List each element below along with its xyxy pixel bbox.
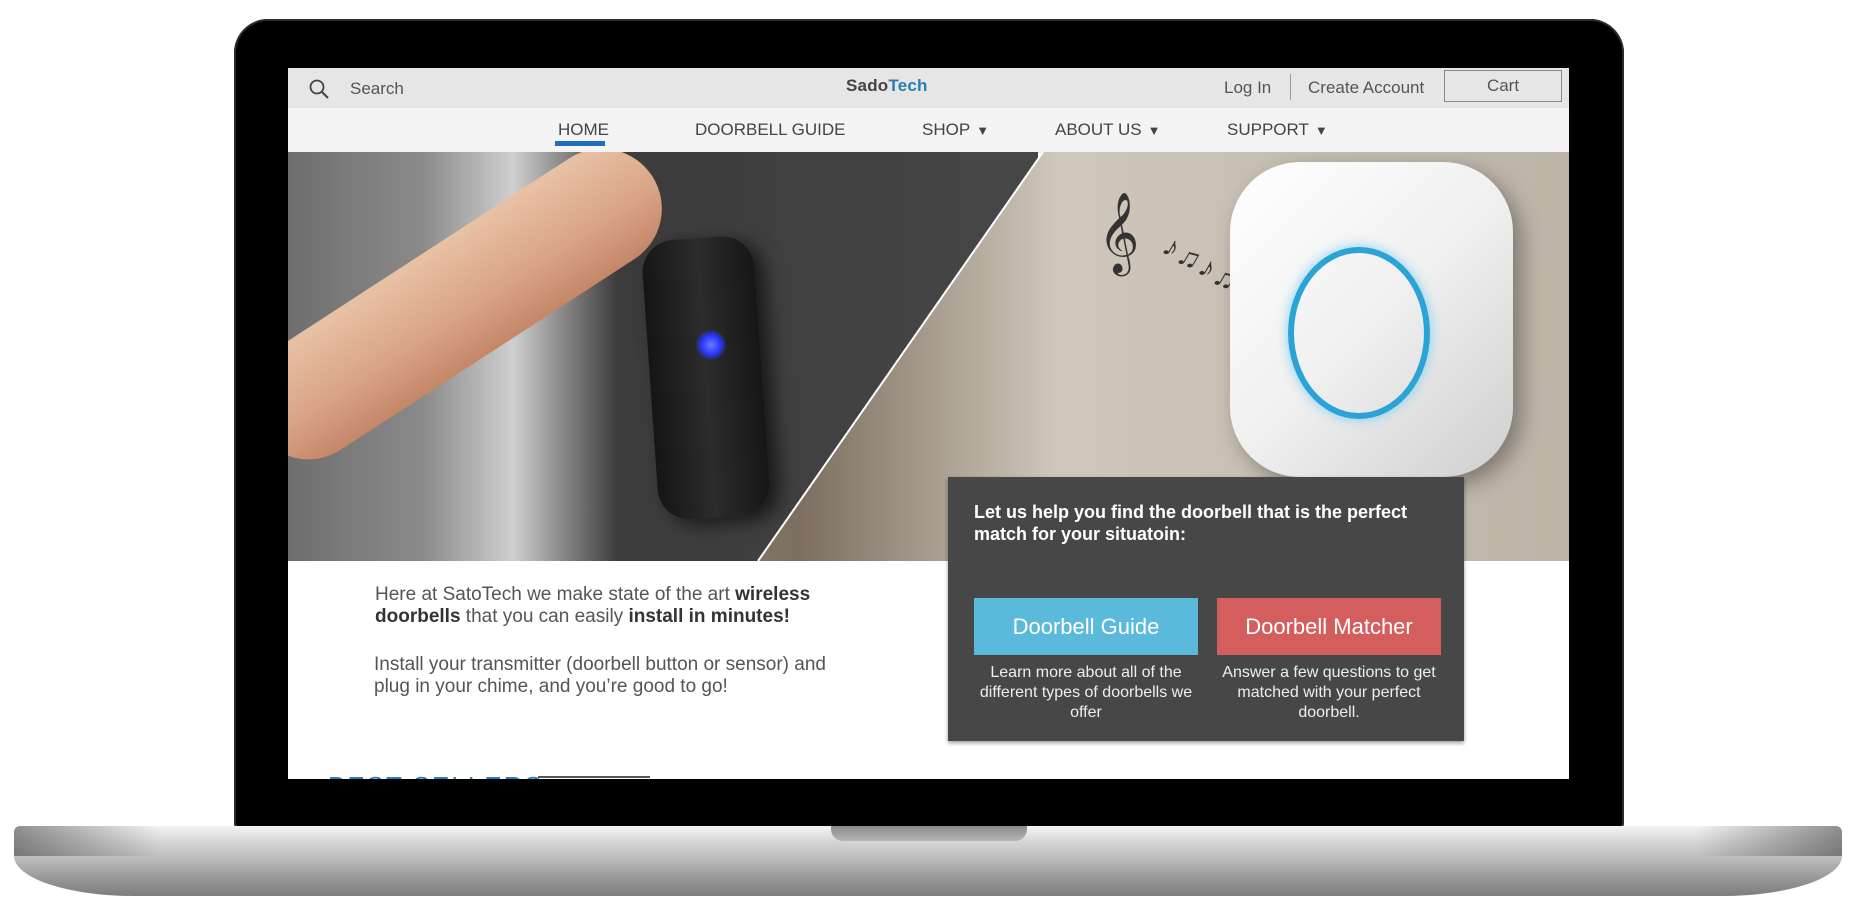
- nav-home[interactable]: HOME: [558, 120, 609, 140]
- nav-support[interactable]: SUPPORT ▼: [1227, 120, 1328, 140]
- caret-down-icon: ▼: [1314, 123, 1328, 138]
- caret-down-icon: ▼: [976, 123, 990, 138]
- logo-text-sado: Sado: [846, 76, 889, 95]
- site-logo[interactable]: SadoTech: [846, 76, 928, 96]
- panel-title: Let us help you find the doorbell that i…: [974, 502, 1408, 544]
- search-icon[interactable]: [308, 78, 330, 100]
- doorbell-matcher-button[interactable]: Doorbell Matcher: [1217, 598, 1441, 655]
- main-nav: HOME DOORBELL GUIDE SHOP ▼ ABOUT US ▼ SUPP…: [288, 108, 1569, 153]
- header-divider: [1290, 74, 1291, 100]
- nav-about-label: ABOUT US: [1055, 120, 1142, 139]
- browser-screen: Search SadoTech Log In Create Account Ca…: [288, 68, 1569, 779]
- treble-clef-icon: 𝄞: [1098, 193, 1140, 271]
- intro-part2: that you can easily: [460, 606, 629, 627]
- cart-button[interactable]: Cart: [1444, 70, 1562, 102]
- intro-bold2: install in minutes!: [628, 606, 790, 627]
- install-text: Install your transmitter (doorbell butto…: [374, 654, 826, 697]
- caret-down-icon: ▼: [1147, 123, 1161, 138]
- logo-text-tech: Tech: [888, 76, 928, 95]
- nav-active-indicator: [555, 141, 605, 146]
- nav-doorbell-guide[interactable]: DOORBELL GUIDE: [695, 120, 846, 140]
- nav-shop[interactable]: SHOP ▼: [922, 120, 989, 140]
- nav-shop-label: SHOP: [922, 120, 971, 139]
- doorbell-guide-button[interactable]: Doorbell Guide: [974, 598, 1198, 655]
- intro-text: Here at SatoTech we make state of the ar…: [375, 584, 835, 628]
- nav-support-label: SUPPORT: [1227, 120, 1309, 139]
- doorbell-matcher-description: Answer a few questions to get matched wi…: [1222, 664, 1436, 721]
- nav-about-us[interactable]: ABOUT US ▼: [1055, 120, 1160, 140]
- laptop-notch: [831, 826, 1027, 841]
- create-account-link[interactable]: Create Account: [1308, 78, 1424, 98]
- chime-ring-light: [1288, 247, 1430, 419]
- best-sellers-heading: BEST SELLERS: [328, 771, 544, 779]
- top-bar: Search SadoTech Log In Create Account Ca…: [288, 68, 1569, 108]
- login-link[interactable]: Log In: [1224, 78, 1271, 98]
- intro-part1: Here at SatoTech we make state of the ar…: [375, 584, 736, 605]
- best-sellers-rule: [538, 776, 650, 778]
- doorbell-finder-panel: Let us help you find the doorbell that i…: [948, 477, 1464, 741]
- doorbell-guide-description: Learn more about all of the different ty…: [979, 664, 1193, 721]
- search-input[interactable]: Search: [350, 79, 404, 99]
